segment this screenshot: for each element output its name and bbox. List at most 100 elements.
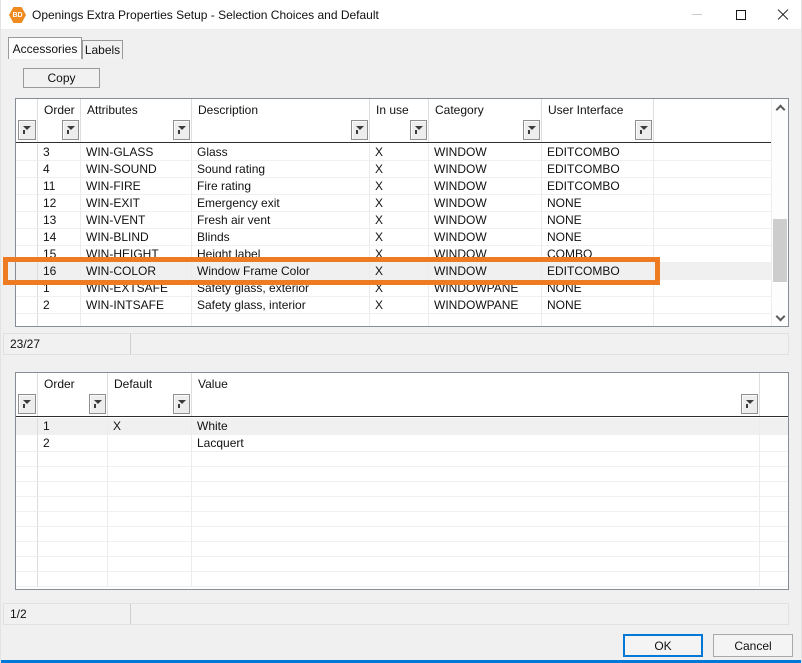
grid-cell: WIN-HEIGHT: [81, 246, 192, 263]
ok-button[interactable]: OK: [623, 634, 703, 657]
close-button[interactable]: [767, 0, 799, 29]
grid-row[interactable]: 2Lacquert: [16, 435, 788, 452]
grid-row[interactable]: 16WIN-COLORWindow Frame ColorXWINDOWEDIT…: [16, 263, 771, 280]
accessories-grid[interactable]: OrderAttributesDescriptionIn useCategory…: [15, 98, 789, 327]
grid-cell: [38, 452, 108, 467]
app-icon-label: BD: [12, 12, 22, 19]
grid-row[interactable]: 1XWhite: [16, 418, 788, 435]
grid-cell-filler: [760, 435, 788, 452]
funnel-stem: [640, 130, 642, 134]
grid-cell: WINDOW: [429, 178, 542, 195]
filter-button-category[interactable]: [523, 120, 540, 140]
grid-cell: [16, 542, 38, 557]
grid-cell: [192, 557, 760, 572]
scrollbar-thumb[interactable]: [773, 219, 787, 282]
grid-cell-filler: [654, 280, 771, 297]
grid-cell: [192, 527, 760, 542]
filter-button-selector[interactable]: [18, 394, 36, 414]
grid-empty-row: [16, 527, 788, 542]
grid-empty-row: [16, 497, 788, 512]
grid-cell: Fire rating: [192, 178, 370, 195]
grid-cell: 11: [38, 178, 81, 195]
grid-cell: [16, 161, 38, 178]
grid-cell: X: [108, 418, 192, 435]
grid-cell: White: [192, 418, 760, 435]
filter-button-attributes[interactable]: [173, 120, 190, 140]
tab-accessories[interactable]: Accessories: [8, 37, 82, 59]
scroll-up-button[interactable]: [772, 99, 788, 116]
grid-cell: WIN-GLASS: [81, 144, 192, 161]
grid-cell: X: [370, 246, 429, 263]
tab-labels[interactable]: Labels: [82, 40, 123, 59]
filter-button-order[interactable]: [89, 394, 106, 414]
cancel-button-label: Cancel: [734, 639, 771, 653]
column-label: Value: [198, 377, 228, 391]
grid-cell-filler: [654, 195, 771, 212]
grid-cell: [108, 482, 192, 497]
grid-cell-filler: [654, 212, 771, 229]
column-header-filler: [654, 99, 771, 142]
filter-funnel-icon: [23, 126, 31, 134]
grid-cell: 2: [38, 435, 108, 452]
column-header-value: Value: [192, 373, 760, 416]
tab-labels-label: Labels: [85, 43, 120, 57]
grid-cell: NONE: [542, 297, 654, 314]
grid-cell: WIN-EXIT: [81, 195, 192, 212]
grid-cell: NONE: [542, 229, 654, 246]
grid-cell: [16, 144, 38, 161]
grid-cell: EDITCOMBO: [542, 178, 654, 195]
grid-row[interactable]: 14WIN-BLINDBlindsXWINDOWNONE: [16, 229, 771, 246]
column-header-selector: [16, 373, 38, 416]
grid-cell: [16, 512, 38, 527]
filter-button-default[interactable]: [173, 394, 190, 414]
grid-cell: [192, 512, 760, 527]
values-grid[interactable]: OrderDefaultValue1XWhite2Lacquert: [15, 372, 789, 590]
grid-cell: X: [370, 280, 429, 297]
grid-cell: [16, 280, 38, 297]
grid-cell: [108, 572, 192, 587]
grid-cell-filler: [654, 297, 771, 314]
scroll-down-button[interactable]: [772, 309, 788, 326]
grid-cell: [192, 497, 760, 512]
cancel-button[interactable]: Cancel: [713, 634, 793, 657]
filter-button-description[interactable]: [351, 120, 368, 140]
grid-row[interactable]: 11WIN-FIREFire ratingXWINDOWEDITCOMBO: [16, 178, 771, 195]
grid-cell-filler: [654, 246, 771, 263]
vertical-scrollbar[interactable]: [771, 99, 788, 326]
grid-cell: X: [370, 161, 429, 178]
filter-funnel-icon: [23, 400, 31, 408]
grid-row[interactable]: 15WIN-HEIGHTHeight labelXWINDOWCOMBO: [16, 246, 771, 263]
grid-row[interactable]: 12WIN-EXITEmergency exitXWINDOWNONE: [16, 195, 771, 212]
grid-row[interactable]: 13WIN-VENTFresh air ventXWINDOWNONE: [16, 212, 771, 229]
grid-cell: COMBO: [542, 246, 654, 263]
grid-row[interactable]: 3WIN-GLASSGlassXWINDOWEDITCOMBO: [16, 144, 771, 161]
grid-cell: NONE: [542, 195, 654, 212]
grid-cell: [16, 314, 38, 326]
grid-cell: [108, 512, 192, 527]
filter-button-order[interactable]: [62, 120, 79, 140]
copy-button[interactable]: Copy: [23, 68, 100, 88]
filter-button-selector[interactable]: [18, 120, 36, 140]
grid-cell-filler: [760, 418, 788, 435]
filter-button-value[interactable]: [741, 394, 758, 414]
grid-cell-filler: [760, 452, 788, 467]
filter-button-user-interface[interactable]: [635, 120, 652, 140]
values-grid-status-bar: 1/2: [3, 603, 789, 625]
grid-cell: [38, 512, 108, 527]
maximize-button[interactable]: [725, 0, 757, 29]
grid-cell: 4: [38, 161, 81, 178]
record-count: 1/2: [10, 607, 27, 621]
column-label: In use: [376, 103, 409, 117]
grid-cell: [16, 482, 38, 497]
grid-row[interactable]: 2WIN-INTSAFESafety glass, interiorXWINDO…: [16, 297, 771, 314]
grid-cell: [16, 229, 38, 246]
grid-cell: 13: [38, 212, 81, 229]
grid-empty-row: [16, 467, 788, 482]
grid-cell: [192, 482, 760, 497]
grid-cell: Window Frame Color: [192, 263, 370, 280]
filter-button-in-use[interactable]: [410, 120, 427, 140]
grid-cell: WINDOW: [429, 195, 542, 212]
grid-row[interactable]: 1WIN-EXTSAFESafety glass, exteriorXWINDO…: [16, 280, 771, 297]
grid-cell: [16, 467, 38, 482]
grid-row[interactable]: 4WIN-SOUNDSound ratingXWINDOWEDITCOMBO: [16, 161, 771, 178]
